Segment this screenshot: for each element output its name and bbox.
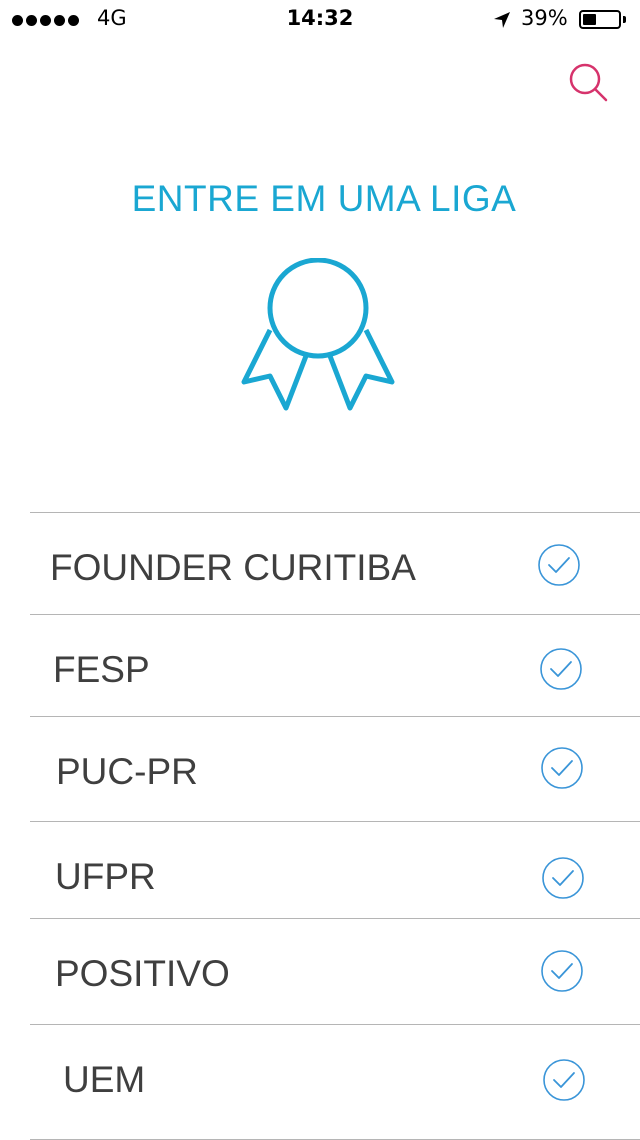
- check-circle-icon[interactable]: [541, 856, 585, 900]
- search-button[interactable]: [566, 62, 610, 104]
- status-bar: 4G 14:32 39%: [0, 0, 640, 40]
- location-arrow-icon: [494, 12, 510, 28]
- check-circle-icon[interactable]: [542, 1058, 586, 1102]
- search-icon: [569, 63, 608, 102]
- league-name: POSITIVO: [55, 953, 230, 994]
- league-name: FOUNDER CURITIBA: [50, 547, 416, 588]
- check-circle-icon[interactable]: [540, 949, 584, 993]
- check-circle-icon[interactable]: [539, 647, 583, 691]
- league-item[interactable]: PUC-PR: [30, 716, 640, 821]
- league-name: UFPR: [55, 856, 156, 897]
- battery-tip: [623, 16, 626, 23]
- league-name: FESP: [53, 649, 150, 690]
- check-circle-icon[interactable]: [537, 543, 581, 587]
- league-item[interactable]: FESP: [30, 614, 640, 716]
- league-item[interactable]: UFPR: [30, 821, 640, 918]
- page-title: ENTRE EM UMA LIGA: [131, 178, 517, 219]
- league-name: PUC-PR: [56, 751, 198, 792]
- medal-ribbon-icon: [241, 258, 395, 411]
- battery-percentage: 39%: [521, 6, 568, 30]
- battery-level-fill: [583, 14, 596, 25]
- league-list: FOUNDER CURITIBA FESP PUC-PR UFPR POSITIVO UE…: [30, 512, 640, 1140]
- battery-icon: [579, 10, 621, 29]
- league-item[interactable]: UEM: [30, 1024, 640, 1140]
- league-item[interactable]: POSITIVO: [30, 918, 640, 1024]
- league-item[interactable]: FOUNDER CURITIBA: [30, 512, 640, 614]
- league-name: UEM: [63, 1059, 146, 1100]
- check-circle-icon[interactable]: [540, 746, 584, 790]
